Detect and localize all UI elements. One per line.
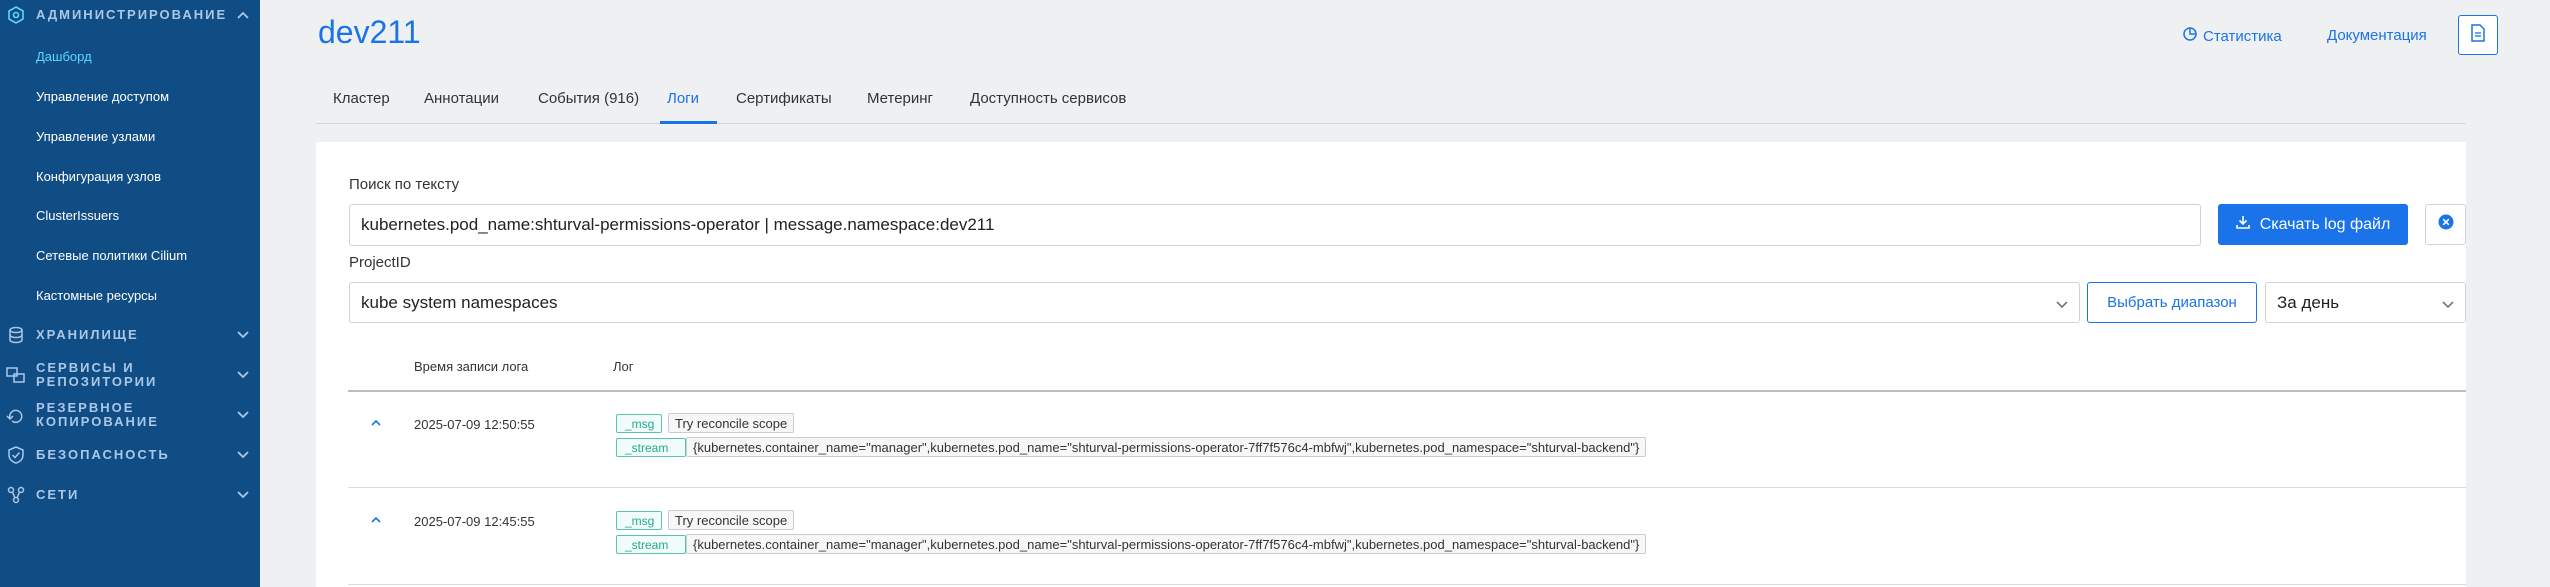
documentation-label: Документация [2327, 27, 2427, 44]
sidebar-group-security[interactable]: БЕЗОПАСНОСТЬ [0, 445, 260, 465]
project-select[interactable]: kube system namespaces [349, 282, 2080, 323]
database-icon [6, 325, 26, 345]
search-input[interactable]: kubernetes.pod_name:shturval-permissions… [349, 204, 2201, 246]
log-time: 2025-07-09 12:45:55 [414, 514, 535, 529]
sidebar-group-label: БЕЗОПАСНОСТЬ [36, 447, 170, 462]
select-range-button[interactable]: Выбрать диапазон [2087, 282, 2257, 323]
statistics-icon [2183, 27, 2197, 45]
active-tab-indicator [660, 121, 717, 124]
services-icon [6, 365, 26, 385]
sidebar-item-nodes[interactable]: Управление узлами [36, 129, 155, 144]
documentation-link[interactable]: Документация [2327, 27, 2427, 44]
document-button[interactable] [2458, 15, 2498, 55]
sidebar-group-storage[interactable]: ХРАНИЛИЩЕ [0, 325, 260, 345]
download-log-label: Скачать log файл [2259, 215, 2391, 233]
chevron-down-icon [2441, 296, 2455, 316]
sidebar-group-administration[interactable]: АДМИНИСТРИРОВАНИЕ [0, 5, 260, 25]
chevron-down-icon [236, 328, 250, 342]
tab-annotations[interactable]: Аннотации [424, 90, 499, 107]
log-stream-value: {kubernetes.container_name="manager",kub… [686, 534, 1647, 554]
row-divider [348, 584, 2466, 585]
clear-search-button[interactable] [2425, 204, 2466, 245]
chevron-down-icon [236, 408, 250, 422]
tab-events[interactable]: События (916) [538, 90, 639, 107]
field-tag-stream: _stream [616, 438, 686, 457]
backup-icon [6, 405, 26, 425]
log-msg-value: Try reconcile scope [668, 413, 795, 433]
sidebar-group-label: СЕРВИСЫ И РЕПОЗИТОРИИ [36, 361, 157, 389]
sidebar-group-label-line1: РЕЗЕРВНОЕ [36, 400, 135, 415]
chevron-up-icon [236, 8, 250, 22]
sidebar-group-services[interactable]: СЕРВИСЫ И РЕПОЗИТОРИИ [0, 361, 260, 389]
sidebar-item-custom-resources[interactable]: Кастомные ресурсы [36, 288, 157, 303]
tab-logs[interactable]: Логи [667, 90, 699, 107]
sidebar-group-label: АДМИНИСТРИРОВАНИЕ [36, 7, 228, 22]
sidebar-group-label: РЕЗЕРВНОЕ КОПИРОВАНИЕ [36, 401, 159, 429]
column-header-time: Время записи лога [414, 359, 529, 374]
chevron-up-icon[interactable] [368, 511, 384, 527]
search-label: Поиск по тексту [349, 176, 460, 193]
sidebar-group-label-line1: СЕРВИСЫ И [36, 360, 135, 375]
logs-panel: Поиск по тексту kubernetes.pod_name:shtu… [316, 142, 2466, 587]
sidebar-group-label: СЕТИ [36, 487, 80, 502]
tab-bar: Кластер Аннотации События (916) Логи Сер… [316, 86, 2466, 124]
field-tag-stream: _stream [616, 535, 686, 554]
sidebar-item-clusterissuers[interactable]: ClusterIssuers [36, 208, 119, 223]
close-circle-icon [2438, 214, 2454, 235]
table-header-divider [348, 390, 2466, 392]
row-divider [348, 487, 2466, 488]
field-tag-msg: _msg [616, 414, 662, 433]
log-time: 2025-07-09 12:50:55 [414, 417, 535, 432]
sidebar-item-access[interactable]: Управление доступом [36, 89, 169, 104]
sidebar-item-dashboard[interactable]: Дашборд [36, 49, 92, 64]
column-header-log: Лог [613, 359, 634, 374]
project-label: ProjectID [349, 254, 411, 271]
chevron-down-icon [236, 448, 250, 462]
log-stream-value: {kubernetes.container_name="manager",kub… [686, 437, 1647, 457]
sidebar-group-backup[interactable]: РЕЗЕРВНОЕ КОПИРОВАНИЕ [0, 401, 260, 429]
sidebar-item-node-config[interactable]: Конфигурация узлов [36, 169, 161, 184]
document-icon [2471, 23, 2485, 47]
project-select-value: kube system namespaces [361, 292, 558, 312]
download-icon [2235, 215, 2250, 234]
download-log-button[interactable]: Скачать log файл [2218, 204, 2408, 245]
page-title: dev211 [318, 14, 421, 50]
sidebar: АДМИНИСТРИРОВАНИЕ Дашборд Управление дос… [0, 0, 260, 587]
sidebar-item-cilium-policies[interactable]: Сетевые политики Cilium [36, 248, 187, 263]
chevron-down-icon [2055, 296, 2069, 316]
network-icon [6, 485, 26, 505]
statistics-label: Статистика [2203, 27, 2282, 45]
field-tag-msg: _msg [616, 511, 662, 530]
period-select-value: За день [2277, 292, 2340, 312]
period-select[interactable]: За день [2265, 282, 2466, 323]
tab-certificates[interactable]: Сертификаты [736, 90, 832, 107]
log-msg-value: Try reconcile scope [668, 510, 795, 530]
tab-service-availability[interactable]: Доступность сервисов [970, 90, 1126, 107]
chevron-down-icon [236, 368, 250, 382]
tab-cluster[interactable]: Кластер [333, 90, 390, 107]
shield-icon [6, 445, 26, 465]
chevron-up-icon[interactable] [368, 414, 384, 430]
chevron-down-icon [236, 488, 250, 502]
tab-metering[interactable]: Метеринг [867, 90, 933, 107]
sidebar-group-label-line2: КОПИРОВАНИЕ [36, 414, 159, 429]
sidebar-group-label-line2: РЕПОЗИТОРИИ [36, 374, 158, 389]
statistics-link[interactable]: Статистика [2183, 27, 2282, 45]
sidebar-group-label: ХРАНИЛИЩЕ [36, 327, 139, 342]
admin-hexagon-icon [6, 5, 26, 25]
sidebar-group-network[interactable]: СЕТИ [0, 485, 260, 505]
